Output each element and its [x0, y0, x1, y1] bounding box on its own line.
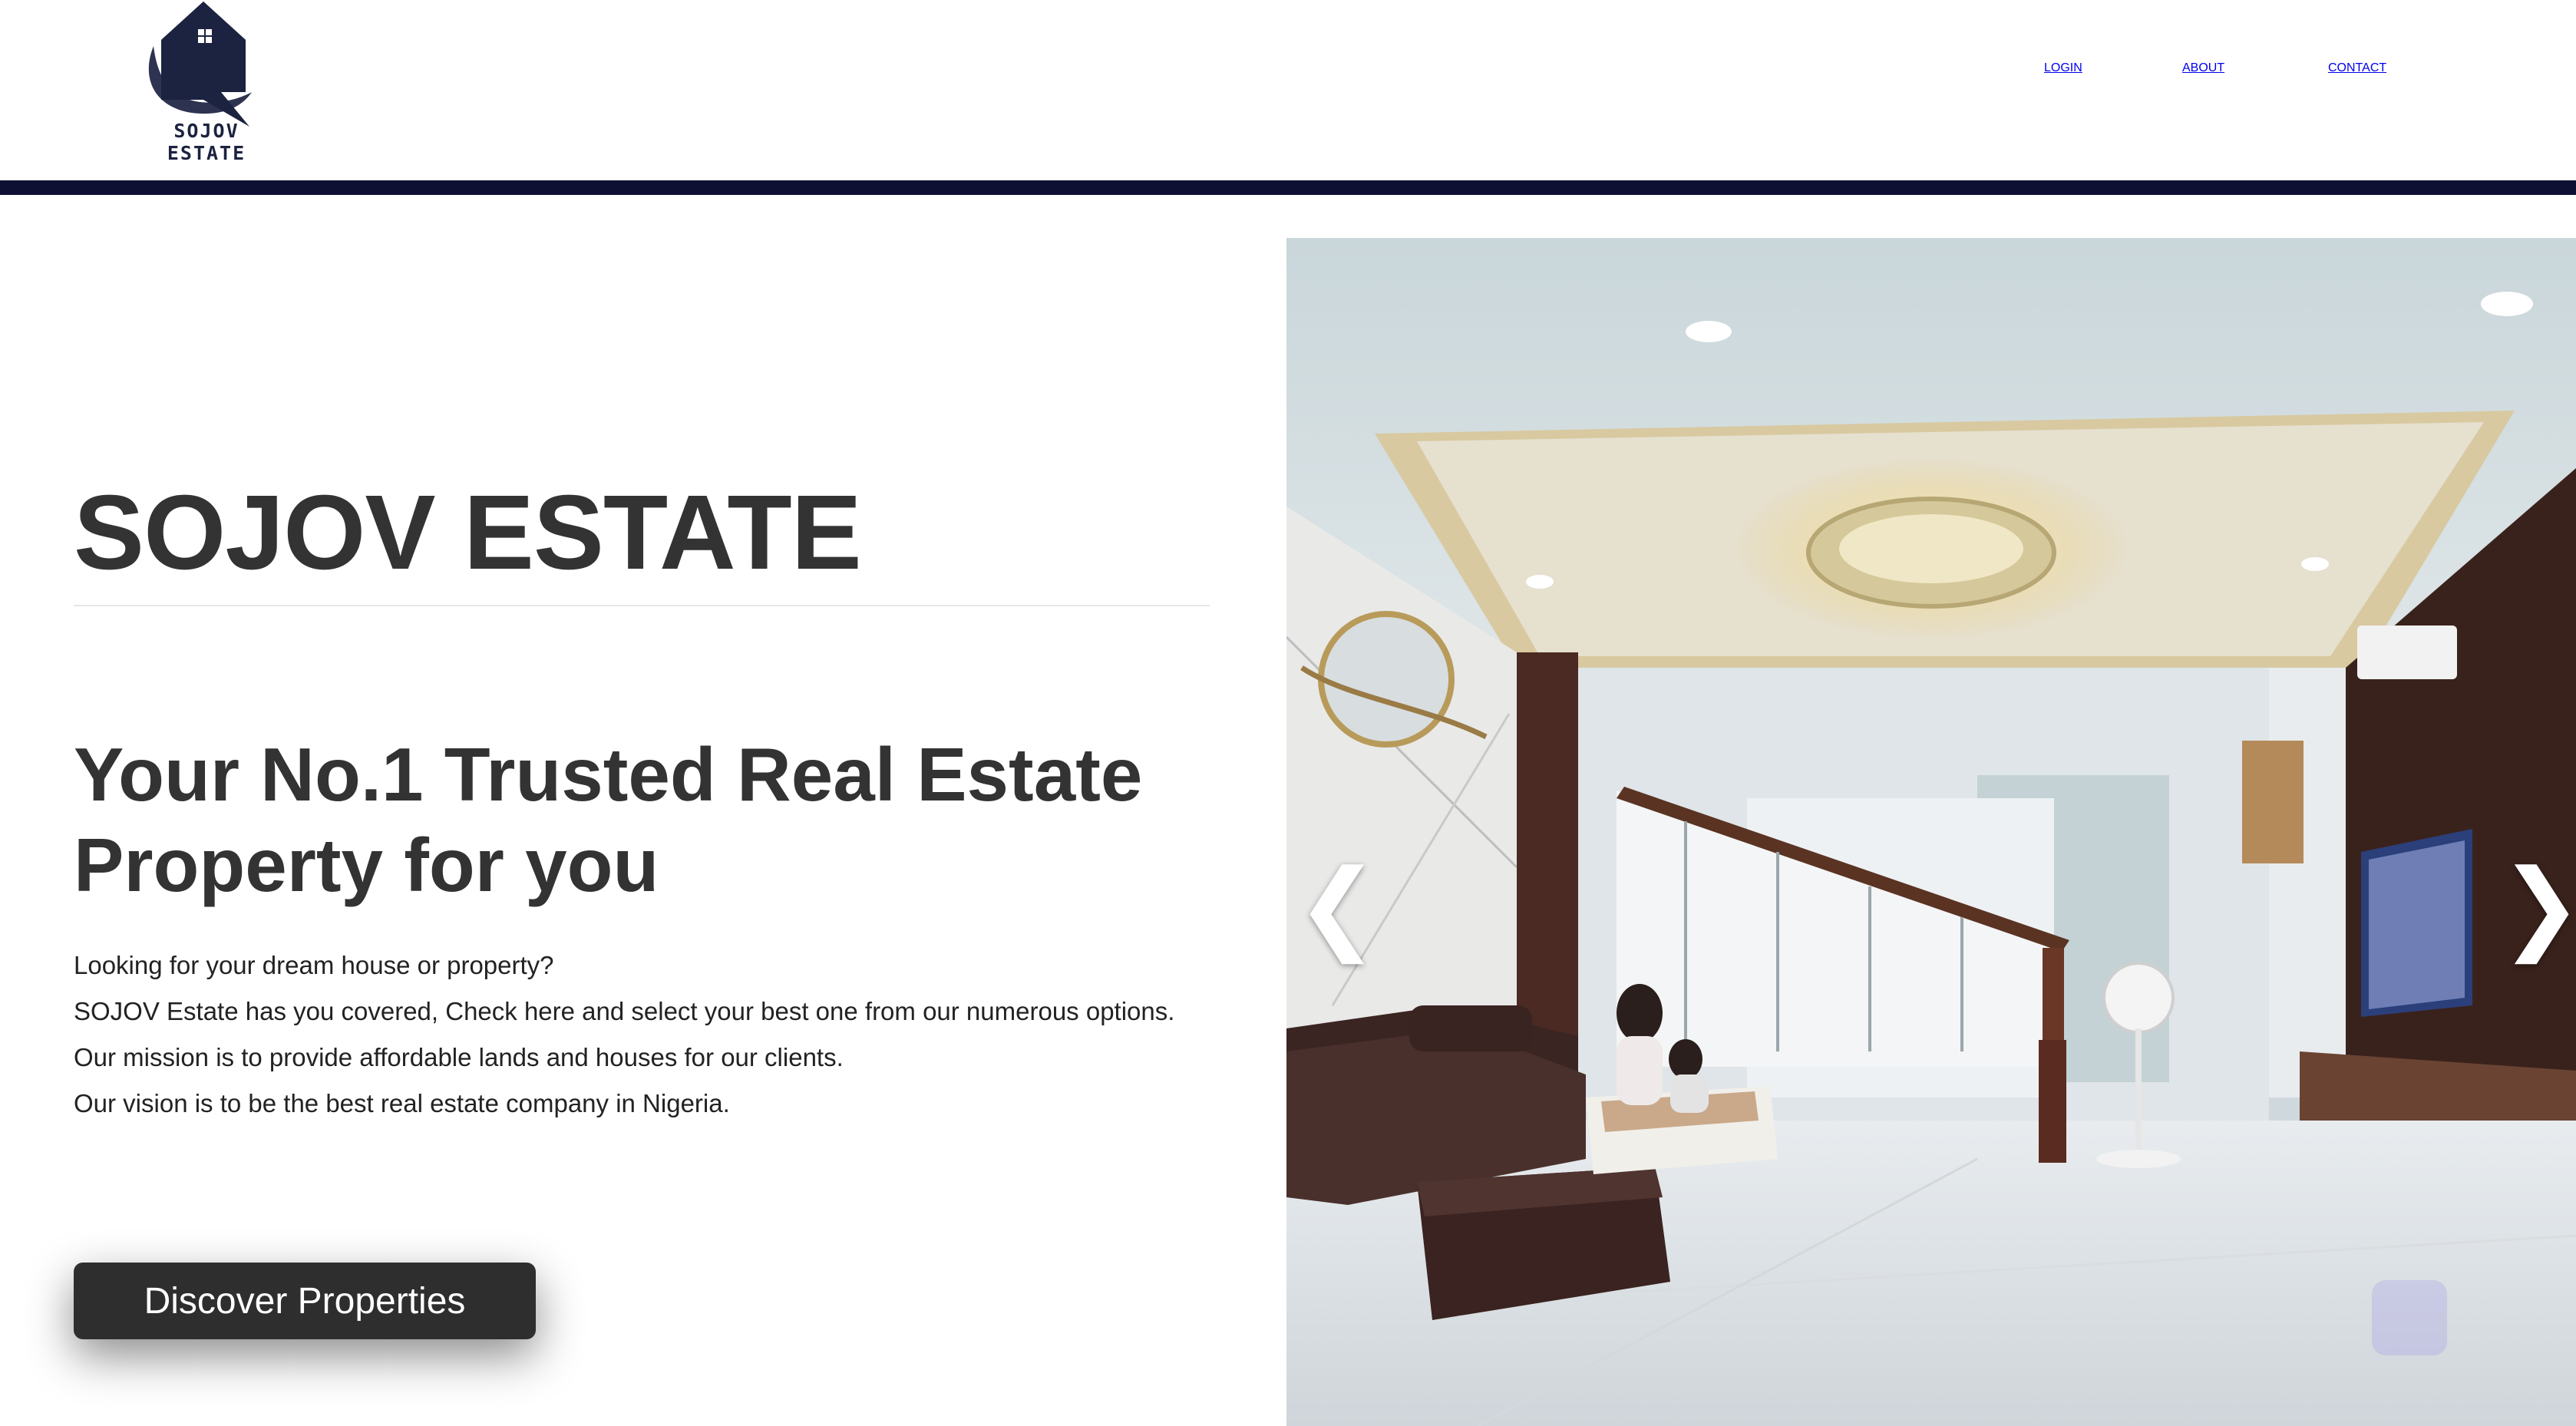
hero-tagline: Your No.1 Trusted Real Estate Property f…: [74, 732, 1143, 907]
hero-title: SOJOV ESTATE: [74, 474, 862, 592]
chat-widget-button[interactable]: [2372, 1280, 2447, 1355]
chevron-right-icon: ❯: [2499, 847, 2576, 964]
discover-properties-button[interactable]: Discover Properties: [74, 1263, 536, 1339]
header-divider-bar: [0, 180, 2576, 195]
hero-description: Looking for your dream house or property…: [74, 942, 1271, 1127]
living-room-photo: [1286, 238, 2576, 1426]
chevron-left-icon: ❮: [1296, 847, 1379, 964]
description-line: Our mission is to provide affordable lan…: [74, 1043, 844, 1071]
logo-text: SOJOV ESTATE: [167, 120, 246, 164]
nav-contact-link[interactable]: CONTACT: [2328, 61, 2576, 92]
description-line: Our vision is to be the best real estate…: [74, 1089, 730, 1117]
description-line: Looking for your dream house or property…: [74, 951, 554, 979]
site-header: SOJOV ESTATE LOGIN ABOUT CONTACT: [0, 0, 2576, 180]
carousel-prev-button[interactable]: ❮: [1296, 844, 1379, 967]
property-image-carousel[interactable]: [1286, 238, 2576, 1426]
hero-divider: [74, 605, 1210, 606]
carousel-next-button[interactable]: ❯: [2499, 844, 2576, 967]
description-line: SOJOV Estate has you covered, Check here…: [74, 997, 1175, 1025]
